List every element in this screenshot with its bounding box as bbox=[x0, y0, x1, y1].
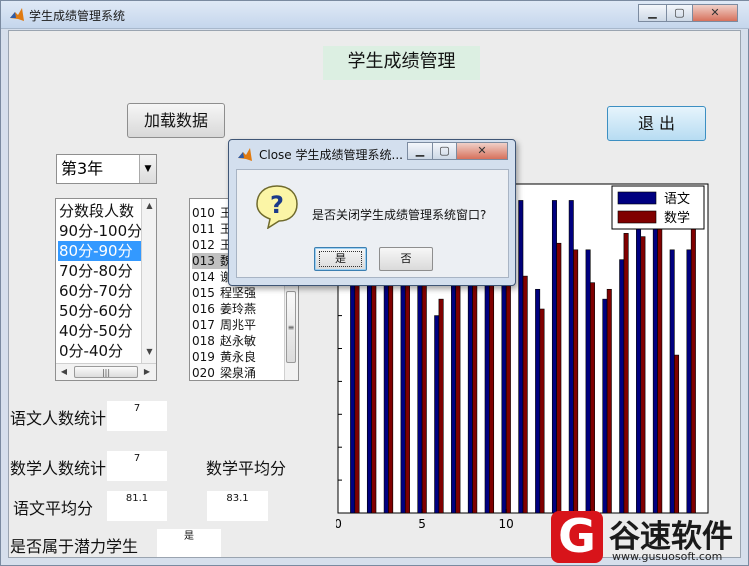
chinese-bar bbox=[652, 200, 658, 514]
matlab-icon bbox=[10, 8, 24, 21]
chinese-count-label: 语文人数统计 bbox=[10, 409, 107, 428]
legend-swatch bbox=[617, 210, 657, 224]
year-dropdown[interactable]: 第3年 ▼ bbox=[56, 154, 157, 184]
chinese-bar bbox=[551, 200, 557, 514]
list-item[interactable]: 90分-100分 bbox=[58, 221, 142, 241]
x-tick-label: 10 bbox=[499, 517, 514, 531]
legend-label: 数学 bbox=[664, 210, 690, 226]
year-dropdown-value: 第3年 bbox=[61, 159, 104, 178]
close-confirm-dialog: Close 学生成绩管理系统... ▁ ▢ ✕ ? 是否关闭学生成绩管理系统窗口… bbox=[228, 139, 516, 286]
page-title: 学生成绩管理 bbox=[323, 46, 480, 80]
score-range-list[interactable]: 分数段人数 90分-100分 80分-90分 70分-80分 60分-70分 5… bbox=[55, 198, 157, 381]
list-item[interactable]: 60分-70分 bbox=[58, 281, 141, 301]
scroll-down-icon[interactable]: ▼ bbox=[142, 347, 156, 356]
legend-swatch bbox=[617, 191, 657, 205]
maximize-icon[interactable]: ▢ bbox=[432, 142, 457, 160]
math-bar bbox=[556, 242, 562, 514]
math-average-value[interactable]: 83.1 bbox=[207, 491, 268, 521]
scroll-thumb[interactable]: ||| bbox=[74, 366, 138, 378]
math-bar bbox=[438, 298, 444, 514]
chinese-bar bbox=[535, 288, 541, 514]
watermark-logo: G bbox=[551, 511, 603, 563]
watermark-url: www.gusuosoft.com bbox=[612, 550, 723, 563]
math-count-value[interactable]: 7 bbox=[107, 451, 167, 481]
yes-button[interactable]: 是 bbox=[314, 247, 367, 271]
dialog-body: ? 是否关闭学生成绩管理系统窗口? 是 否 bbox=[236, 169, 509, 278]
horizontal-scrollbar[interactable]: ◀ ||| ▶ bbox=[56, 363, 156, 380]
list-item[interactable]: 018 赵永敏 bbox=[192, 333, 284, 349]
chinese-average-value[interactable]: 81.1 bbox=[107, 491, 167, 521]
list-item[interactable]: 015 程坚强 bbox=[192, 285, 284, 301]
list-item[interactable]: 017 周兆平 bbox=[192, 317, 284, 333]
scroll-right-icon[interactable]: ▶ bbox=[141, 367, 153, 376]
maximize-icon[interactable]: ▢ bbox=[666, 4, 693, 22]
chinese-count-value[interactable]: 7 bbox=[107, 401, 167, 431]
exit-button[interactable]: 退 出 bbox=[607, 106, 706, 141]
potential-student-label: 是否属于潜力学生 bbox=[10, 537, 139, 556]
chinese-bar bbox=[602, 298, 608, 514]
title-bar[interactable]: 学生成绩管理系统 ▁ ▢ ✕ bbox=[1, 1, 749, 29]
vertical-scrollbar[interactable]: ▲ ▼ bbox=[141, 199, 156, 363]
math-count-label: 数学人数统计 bbox=[10, 459, 107, 478]
question-glyph: ? bbox=[270, 191, 284, 219]
chinese-bar bbox=[434, 315, 440, 514]
chinese-bar bbox=[636, 200, 642, 514]
list-item[interactable]: 70分-80分 bbox=[58, 261, 141, 281]
minimize-icon[interactable]: ▁ bbox=[638, 4, 667, 22]
x-tick-label: 0 bbox=[336, 517, 342, 531]
math-bar bbox=[623, 233, 629, 514]
load-data-button[interactable]: 加载数据 bbox=[127, 103, 225, 138]
scroll-thumb[interactable]: ≡ bbox=[286, 291, 296, 363]
math-bar bbox=[674, 354, 680, 514]
dialog-message: 是否关闭学生成绩管理系统窗口? bbox=[312, 208, 487, 222]
math-bar bbox=[657, 200, 663, 514]
math-bar bbox=[640, 236, 646, 514]
math-bar bbox=[606, 288, 612, 514]
list-item[interactable]: 020 梁泉涌 bbox=[192, 365, 284, 380]
scroll-up-icon[interactable]: ▲ bbox=[142, 201, 156, 210]
no-button[interactable]: 否 bbox=[379, 247, 433, 271]
matlab-icon bbox=[238, 148, 252, 161]
chinese-bar bbox=[686, 249, 692, 514]
x-tick-label: 5 bbox=[418, 517, 426, 531]
list-item[interactable]: 0分-40分 bbox=[58, 341, 141, 361]
potential-student-value[interactable]: 是 bbox=[157, 529, 221, 557]
window-title: 学生成绩管理系统 bbox=[29, 9, 126, 23]
chinese-bar bbox=[619, 259, 625, 514]
math-bar bbox=[589, 282, 595, 514]
scroll-left-icon[interactable]: ◀ bbox=[58, 367, 70, 376]
list-item[interactable]: 40分-50分 bbox=[58, 321, 141, 341]
chinese-average-label: 语文平均分 bbox=[13, 499, 94, 518]
list-item[interactable]: 016 姜玲燕 bbox=[192, 301, 284, 317]
math-bar bbox=[690, 200, 696, 514]
close-icon[interactable]: ✕ bbox=[456, 142, 508, 160]
list-item[interactable]: 50分-60分 bbox=[58, 301, 141, 321]
close-icon[interactable]: ✕ bbox=[692, 4, 738, 22]
list-item[interactable]: 分数段人数 bbox=[58, 201, 141, 221]
focus-ring bbox=[319, 251, 362, 267]
chinese-bar bbox=[669, 249, 675, 514]
minimize-icon[interactable]: ▁ bbox=[407, 142, 433, 160]
math-average-label: 数学平均分 bbox=[206, 459, 287, 478]
chinese-bar bbox=[568, 200, 574, 514]
question-icon: ? bbox=[256, 185, 298, 229]
list-item[interactable]: 019 黄永良 bbox=[192, 349, 284, 365]
list-item-selected[interactable]: 80分-90分 bbox=[58, 241, 141, 261]
chevron-down-icon[interactable]: ▼ bbox=[139, 155, 156, 183]
chinese-bar bbox=[518, 200, 524, 514]
math-bar bbox=[573, 249, 579, 514]
dialog-title: Close 学生成绩管理系统... bbox=[259, 148, 403, 162]
math-bar bbox=[539, 308, 545, 514]
math-bar bbox=[522, 275, 528, 514]
chinese-bar bbox=[585, 249, 591, 514]
legend-label: 语文 bbox=[664, 192, 690, 207]
